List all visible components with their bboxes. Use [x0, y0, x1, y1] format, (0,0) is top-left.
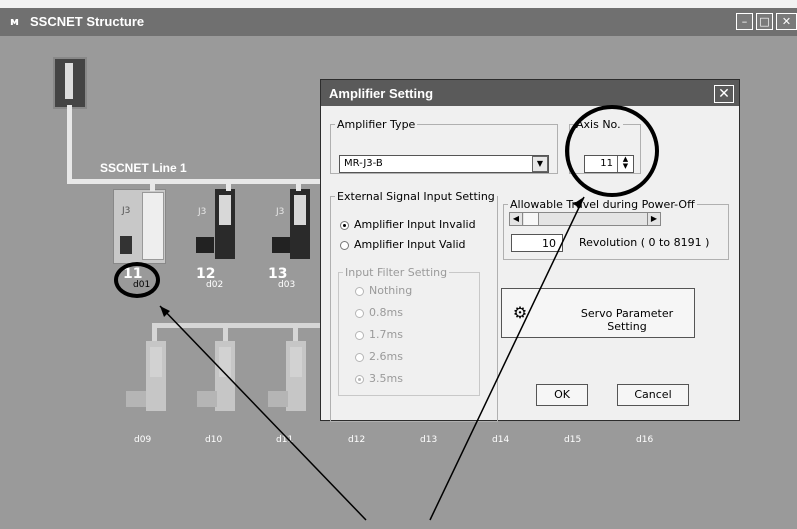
callout-arrowhead — [573, 197, 584, 208]
callout-arrows — [159, 196, 585, 521]
callout-arrow-line — [429, 196, 585, 521]
callout-arrow-line — [159, 305, 367, 521]
